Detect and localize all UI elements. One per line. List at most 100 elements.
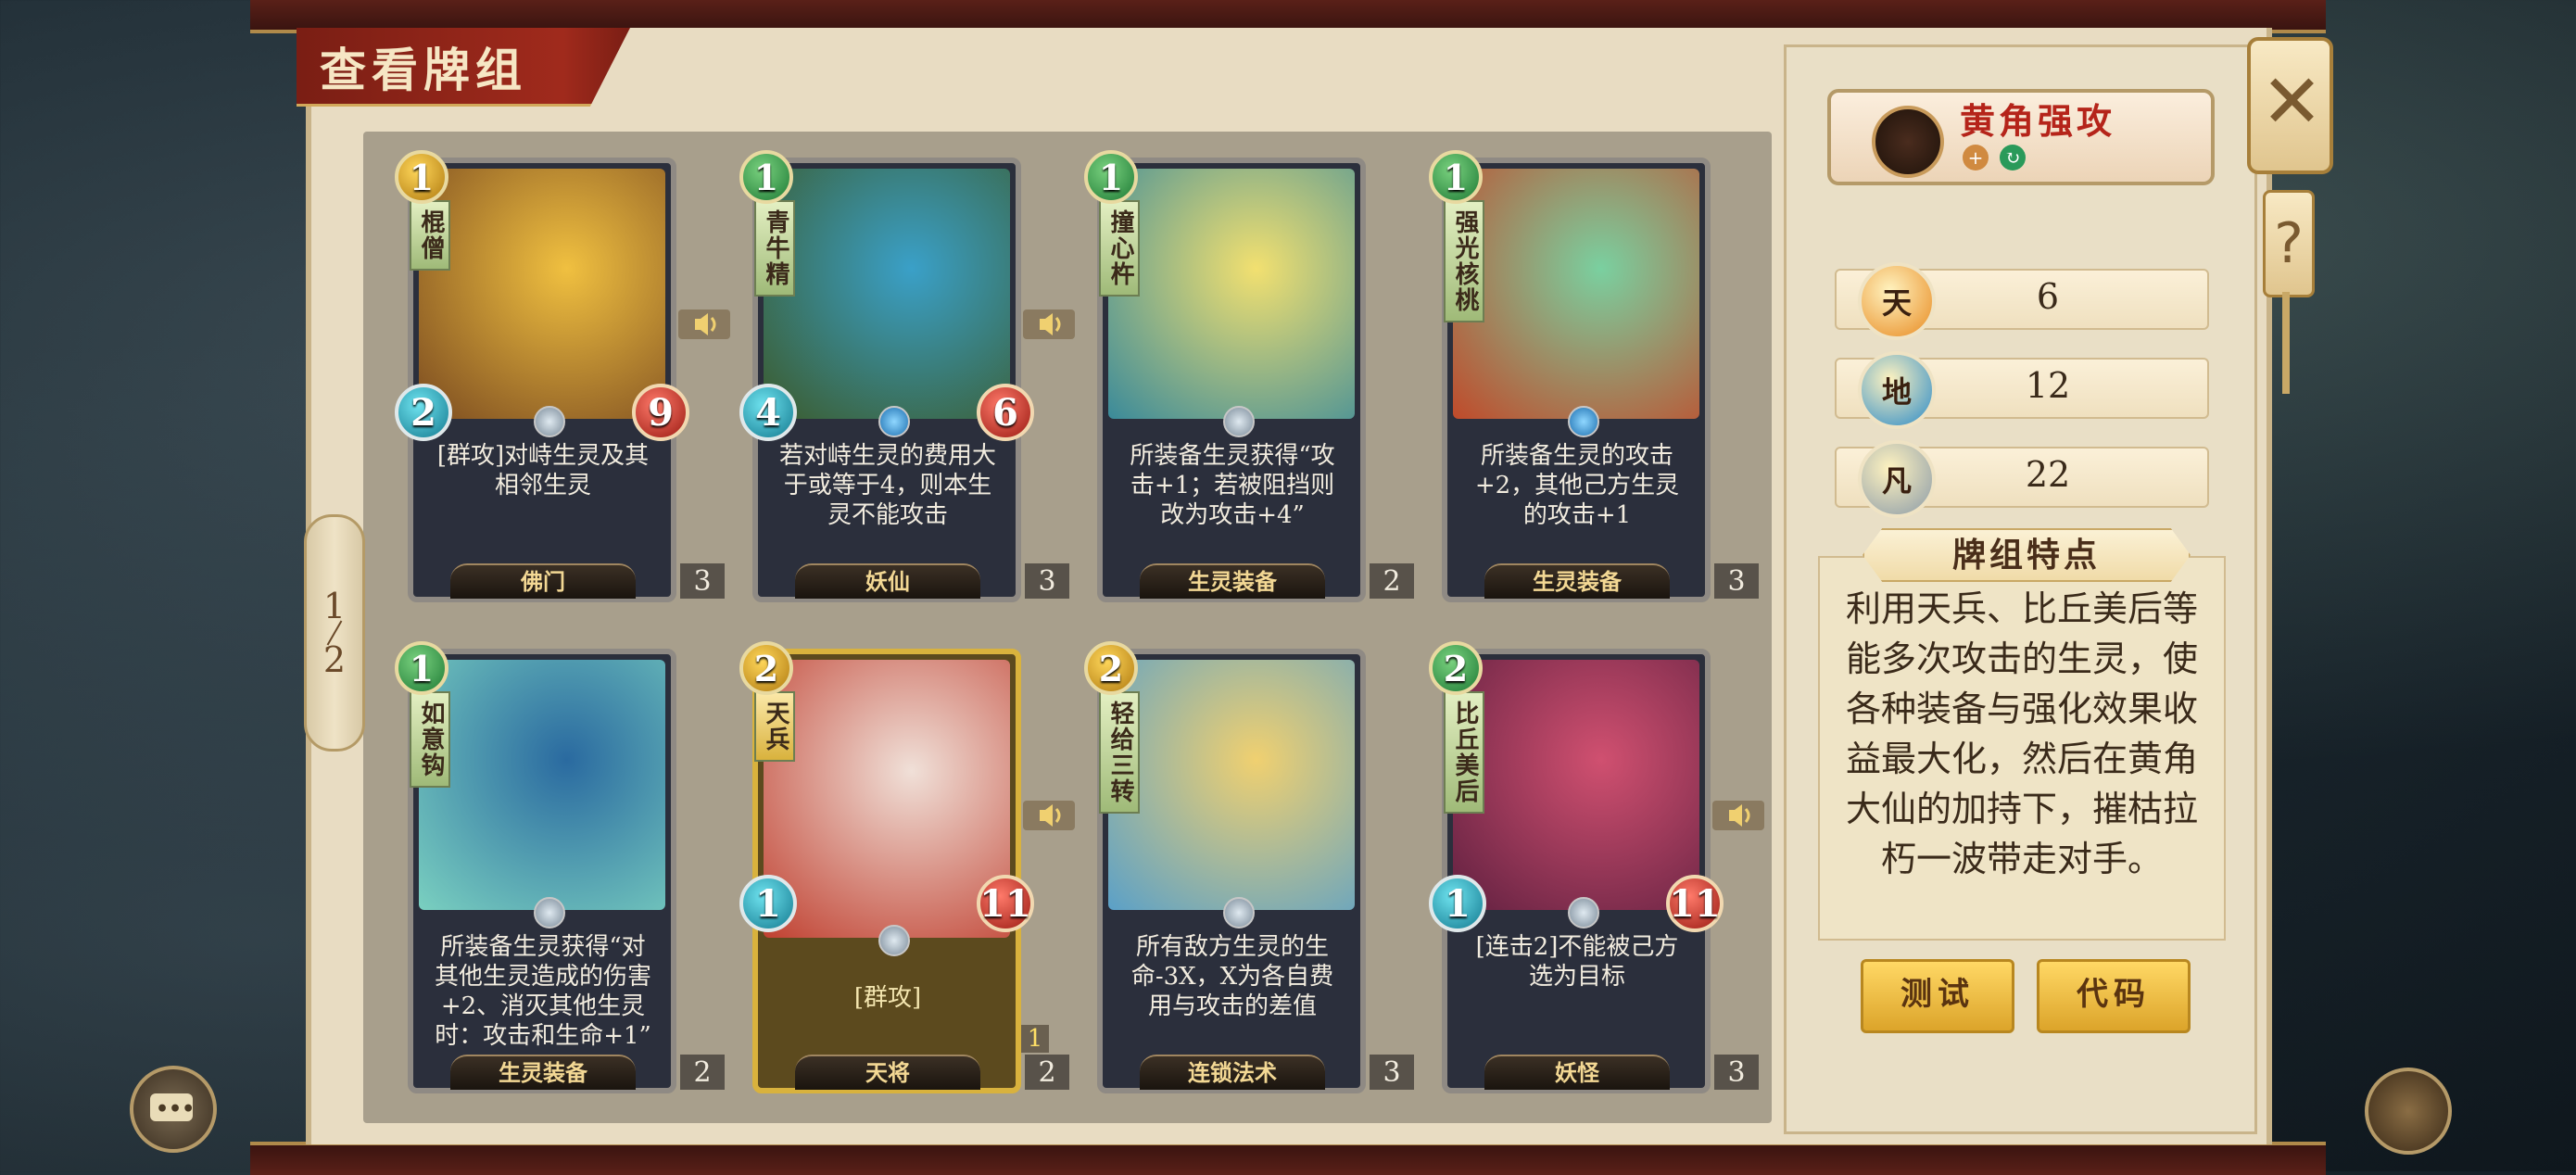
card-health: 11 (977, 875, 1034, 932)
card-tribe: 连锁法术 (1140, 1055, 1325, 1090)
card-art (419, 169, 665, 419)
earth-badge-icon: 地 (1858, 351, 1936, 429)
deck-features-text: 利用天兵、比丘美后等能多次攻击的生灵，使各种装备与强化效果收益最大化，然后在黄角… (1818, 556, 2226, 941)
mortal-label: 凡 (1881, 463, 1912, 499)
card-attack: 2 (395, 384, 452, 441)
card-name: 轻给三转 (1099, 691, 1140, 814)
card-art (1108, 660, 1355, 910)
earth-label: 地 (1881, 374, 1912, 410)
card-tribe: 妖仙 (795, 563, 980, 599)
card-name: 天兵 (754, 691, 795, 762)
card-count: 2 (1370, 563, 1414, 599)
card-count: 2 (680, 1055, 725, 1090)
chat-dots-icon: ••• (156, 1097, 196, 1121)
card-health: 11 (1666, 875, 1724, 932)
mortal-badge-icon: 凡 (1858, 440, 1936, 518)
close-icon[interactable]: ✕ (2261, 65, 2323, 139)
card-tribe: 生灵装备 (450, 1055, 636, 1090)
card-attack: 4 (739, 384, 797, 441)
card-description: 所有敌方生灵的生命-3X，X为各自费用与攻击的差值 (1130, 933, 1334, 1020)
deck-card[interactable]: 撞心杵 1 所装备生灵获得“攻击+1；若被阻挡则改为攻击+4” 生灵装备 2 (1084, 150, 1414, 602)
heaven-label: 天 (1881, 285, 1912, 321)
card-description: 所装备生灵的攻击+2，其他己方生灵的攻击+1 (1474, 442, 1680, 529)
card-count: 3 (1025, 563, 1069, 599)
deck-tag-plus-icon: + (1963, 145, 1989, 171)
card-description: 所装备生灵获得“对其他生灵造成的伤害+2、消灭其他生灵时：攻击和生命+1” (434, 933, 651, 1050)
card-description: 所装备生灵获得“攻击+1；若被阻挡则改为攻击+4” (1130, 442, 1335, 529)
voice-speaker-icon[interactable] (1023, 797, 1075, 834)
card-name: 如意钩 (410, 691, 450, 788)
voice-speaker-icon[interactable] (678, 306, 730, 343)
card-art (764, 660, 1010, 938)
deck-card[interactable]: 青牛精 1 4 6 若对峙生灵的费用大于或等于4，则本生灵不能攻击妖仙 3 (739, 150, 1069, 602)
card-count: 3 (680, 563, 725, 599)
card-cost: 2 (739, 641, 793, 695)
deck-name: 黄角强攻 (1960, 100, 2116, 142)
card-health: 6 (977, 384, 1034, 441)
deck-features-title: 牌组特点 (1863, 528, 2191, 582)
card-gem-icon (1568, 406, 1599, 437)
code-button[interactable]: 代码 (2037, 959, 2191, 1033)
card-count: 3 (1714, 1055, 1759, 1090)
card-cost: 1 (1429, 150, 1483, 204)
card-attack: 1 (1429, 875, 1486, 932)
deck-card[interactable]: 强光核桃 1 所装备生灵的攻击+2，其他己方生灵的攻击+1 生灵装备 3 (1429, 150, 1759, 602)
test-button[interactable]: 测试 (1861, 959, 2014, 1033)
card-tribe: 生灵装备 (1484, 563, 1670, 599)
heaven-badge-icon: 天 (1858, 262, 1936, 340)
earth-count: 12 (2025, 365, 2071, 406)
card-gem-icon (1223, 406, 1255, 437)
total-pages: 2 (322, 639, 347, 680)
card-description: [群攻]对峙生灵及其相邻生灵 (436, 442, 650, 499)
card-count: 3 (1370, 1055, 1414, 1090)
heaven-count: 6 (2036, 276, 2060, 317)
card-name: 强光核桃 (1444, 200, 1484, 322)
card-art (764, 169, 1010, 419)
card-name: 撞心杵 (1099, 200, 1140, 297)
card-art (1453, 169, 1699, 419)
chat-button[interactable]: ••• (130, 1066, 217, 1153)
card-art (1453, 660, 1699, 910)
bottom-frame-rail (250, 1142, 2326, 1175)
card-art (1108, 169, 1355, 419)
deck-card[interactable]: 如意钩 1 所装备生灵获得“对其他生灵造成的伤害+2、消灭其他生灵时：攻击和生命+1… (395, 641, 725, 1093)
card-cost: 1 (1084, 150, 1138, 204)
card-description: [连击2]不能被己方选为目标 (1475, 933, 1679, 991)
card-gem-icon (1223, 897, 1255, 929)
deck-card[interactable]: 棍僧 1 2 9 [群攻]对峙生灵及其相邻生灵 佛门 3 (395, 150, 725, 602)
card-tribe: 佛门 (450, 563, 636, 599)
card-tribe: 生灵装备 (1140, 563, 1325, 599)
card-count: 3 (1714, 563, 1759, 599)
deck-card[interactable]: 比丘美后 2 1 11 [连击2]不能被己方选为目标 妖怪 3 (1429, 641, 1759, 1093)
card-description: 若对峙生灵的费用大于或等于4，则本生灵不能攻击 (778, 442, 996, 529)
tassel-decoration (2282, 292, 2290, 394)
current-page: 1 (322, 586, 347, 626)
corner-menu-button[interactable] (2365, 1068, 2452, 1155)
card-cost: 1 (739, 150, 793, 204)
card-tribe: 天将 (795, 1055, 980, 1090)
card-attack: 1 (739, 875, 797, 932)
card-gem-icon (534, 897, 565, 929)
card-gem-icon (1568, 897, 1599, 929)
deck-hero-icon (1872, 106, 1944, 178)
help-icon[interactable]: ? (2263, 190, 2315, 297)
card-tribe: 妖怪 (1484, 1055, 1670, 1090)
mortal-count: 22 (2025, 454, 2071, 495)
voice-speaker-icon[interactable] (1712, 797, 1764, 834)
deck-card[interactable]: 天兵 2 1 11 [群攻] 天将 2 1 (739, 641, 1069, 1093)
deck-card[interactable]: 轻给三转 2 所有敌方生灵的生命-3X，X为各自费用与攻击的差值连锁法术 3 (1084, 641, 1414, 1093)
card-health: 9 (632, 384, 689, 441)
card-count: 2 (1025, 1055, 1069, 1090)
card-name: 棍僧 (410, 200, 450, 271)
card-cost: 1 (395, 641, 448, 695)
page-indicator[interactable]: 1 2 (304, 514, 365, 752)
card-gem-icon (534, 406, 565, 437)
card-name: 青牛精 (754, 200, 795, 297)
card-art (419, 660, 665, 910)
card-extra-count: 1 (1021, 1025, 1049, 1053)
card-cost: 2 (1084, 641, 1138, 695)
card-name: 比丘美后 (1444, 691, 1484, 814)
card-gem-icon (878, 406, 910, 437)
voice-speaker-icon[interactable] (1023, 306, 1075, 343)
card-cost: 2 (1429, 641, 1483, 695)
